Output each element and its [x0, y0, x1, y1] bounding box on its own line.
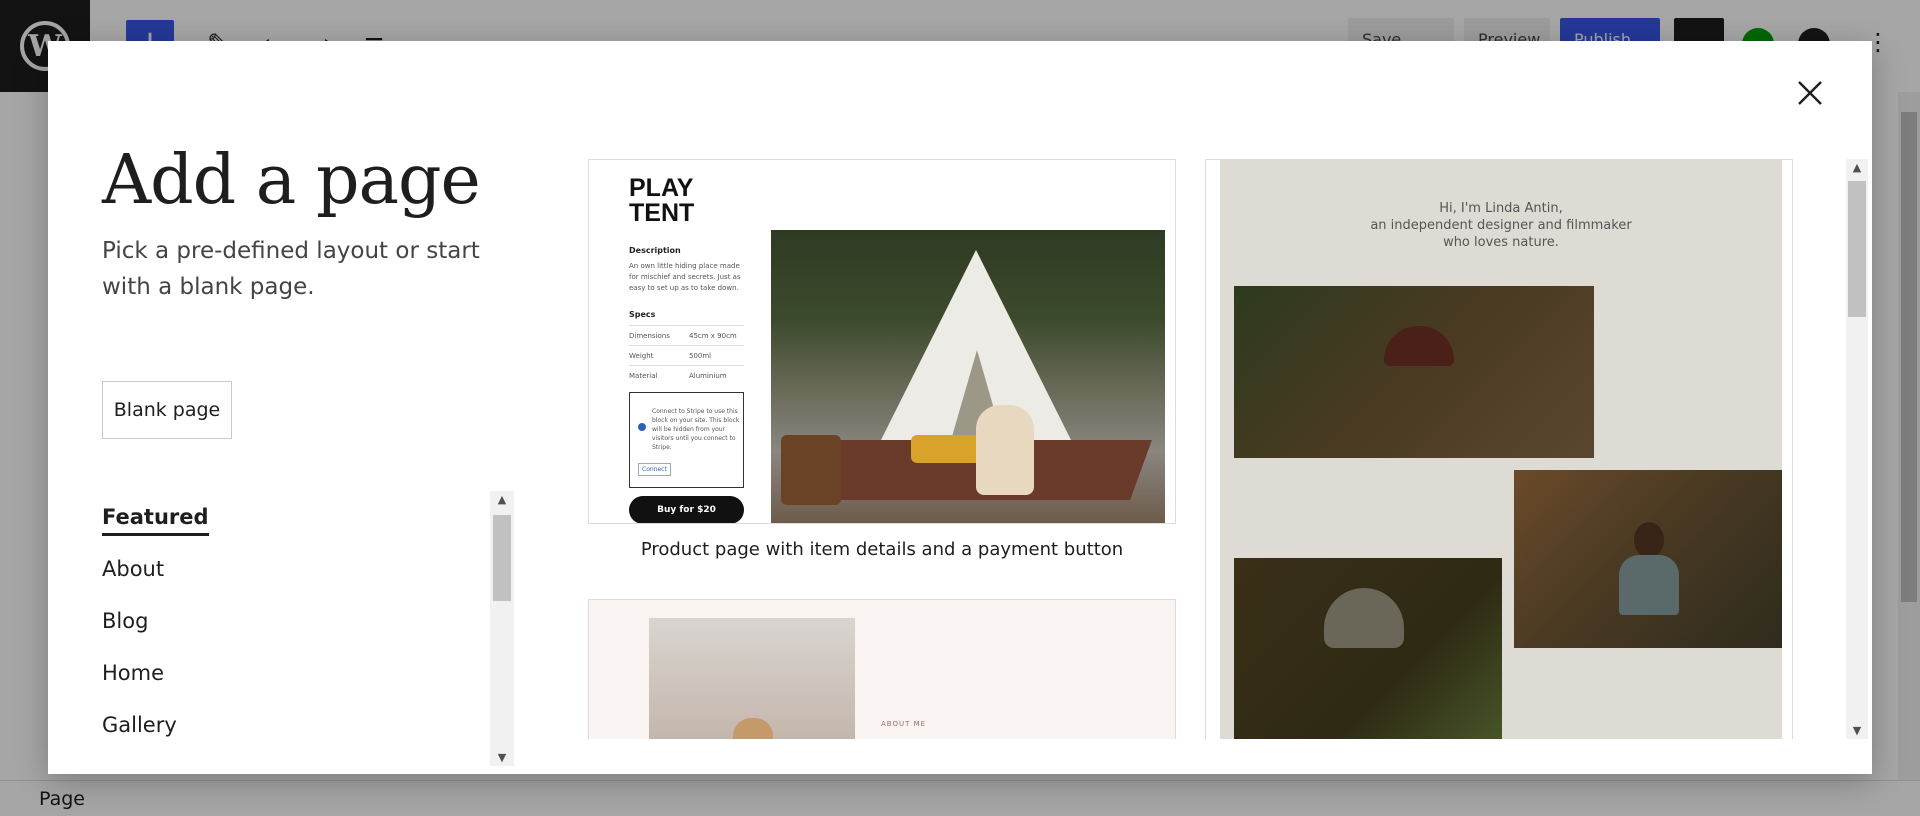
- category-featured[interactable]: Featured: [102, 491, 482, 543]
- close-button[interactable]: [1788, 71, 1832, 115]
- product-title: PLAY TENT: [629, 176, 749, 226]
- hat-shape: [1324, 588, 1404, 648]
- info-icon: [638, 423, 646, 431]
- intro-line: an independent designer and filmmaker: [1370, 218, 1632, 233]
- stripe-connect-button: Connect: [638, 463, 671, 476]
- category-scrollbar-thumb[interactable]: [493, 515, 511, 601]
- layout-grid-scrollbar-thumb[interactable]: [1848, 181, 1866, 317]
- description-text: An own little hiding place made for misc…: [629, 262, 741, 292]
- scroll-up-icon[interactable]: ▲: [1846, 161, 1868, 174]
- layout-caption: Product page with item details and a pay…: [640, 539, 1124, 560]
- category-gallery[interactable]: Gallery: [102, 699, 482, 751]
- child-shape: [976, 405, 1034, 495]
- category-label: Home: [102, 661, 165, 685]
- spec-name: Weight: [629, 352, 654, 360]
- stripe-notice-text: Connect to Stripe to use this block on y…: [652, 408, 740, 451]
- specs-heading: Specs: [629, 310, 656, 319]
- category-about[interactable]: About: [102, 543, 482, 595]
- intro-line: Hi, I'm Linda Antin,: [1439, 201, 1563, 216]
- category-list: Featured About Blog Home Gallery: [102, 491, 482, 766]
- beach-photo: [649, 618, 855, 739]
- add-page-modal: Add a page Pick a pre-defined layout or …: [48, 41, 1872, 774]
- blank-page-button[interactable]: Blank page: [102, 381, 232, 439]
- product-details: PLAY TENT Description An own little hidi…: [629, 176, 749, 385]
- category-label: Blog: [102, 609, 149, 633]
- stripe-notice-box: Connect to Stripe to use this block on y…: [629, 392, 744, 488]
- category-label: Featured: [102, 505, 209, 536]
- category-blog[interactable]: Blog: [102, 595, 482, 647]
- spec-row: Weight 500ml: [629, 345, 744, 365]
- spec-value: Aluminium: [689, 372, 727, 380]
- category-home[interactable]: Home: [102, 647, 482, 699]
- stump-shape: [781, 435, 841, 505]
- spec-value: 500ml: [689, 352, 712, 360]
- spec-value: 45cm x 90cm: [689, 332, 737, 340]
- scroll-down-icon[interactable]: ▼: [490, 751, 514, 764]
- layout-card-about[interactable]: ABOUT ME: [588, 599, 1176, 739]
- portfolio-photo-man: [1514, 470, 1782, 648]
- portfolio-photo-hat-back: [1234, 558, 1502, 739]
- portfolio-intro: Hi, I'm Linda Antin, an independent desi…: [1220, 200, 1782, 251]
- close-icon: [1798, 81, 1822, 105]
- face-shape: [1634, 522, 1664, 558]
- portfolio-photo-hat: [1234, 286, 1594, 458]
- modal-description: Pick a pre-defined layout or start with …: [102, 238, 480, 300]
- product-title-line: PLAY: [629, 174, 694, 202]
- layout-grid-scrollbar[interactable]: ▲ ▼: [1846, 159, 1868, 739]
- description-heading: Description: [629, 246, 681, 255]
- specs-table: Dimensions 45cm x 90cm Weight 500ml Materi…: [629, 325, 749, 385]
- play-tent-photo: [771, 230, 1165, 523]
- layout-card-portfolio[interactable]: Hi, I'm Linda Antin, an independent desi…: [1205, 159, 1793, 739]
- category-scrollbar[interactable]: ▲ ▼: [490, 491, 514, 766]
- hat-shape: [1384, 326, 1454, 366]
- spec-name: Material: [629, 372, 658, 380]
- spec-name: Dimensions: [629, 332, 670, 340]
- spec-row: Dimensions 45cm x 90cm: [629, 325, 744, 345]
- pillow-shape: [911, 435, 981, 463]
- layout-grid: PLAY TENT Description An own little hidi…: [588, 159, 1828, 739]
- person-shape: [733, 718, 773, 739]
- modal-intro: Add a page Pick a pre-defined layout or …: [102, 141, 522, 439]
- layout-card-product[interactable]: PLAY TENT Description An own little hidi…: [588, 159, 1176, 524]
- intro-line: who loves nature.: [1443, 235, 1559, 250]
- shirt-shape: [1619, 555, 1679, 615]
- spec-row: Material Aluminium: [629, 365, 744, 385]
- page-title: Add a page: [102, 141, 481, 220]
- scroll-down-icon[interactable]: ▼: [1846, 724, 1868, 737]
- scroll-up-icon[interactable]: ▲: [490, 493, 514, 506]
- product-title-line: TENT: [629, 199, 695, 227]
- about-label: ABOUT ME: [881, 720, 927, 728]
- category-label: Gallery: [102, 713, 177, 737]
- buy-button: Buy for $20: [629, 496, 744, 523]
- category-label: About: [102, 557, 165, 581]
